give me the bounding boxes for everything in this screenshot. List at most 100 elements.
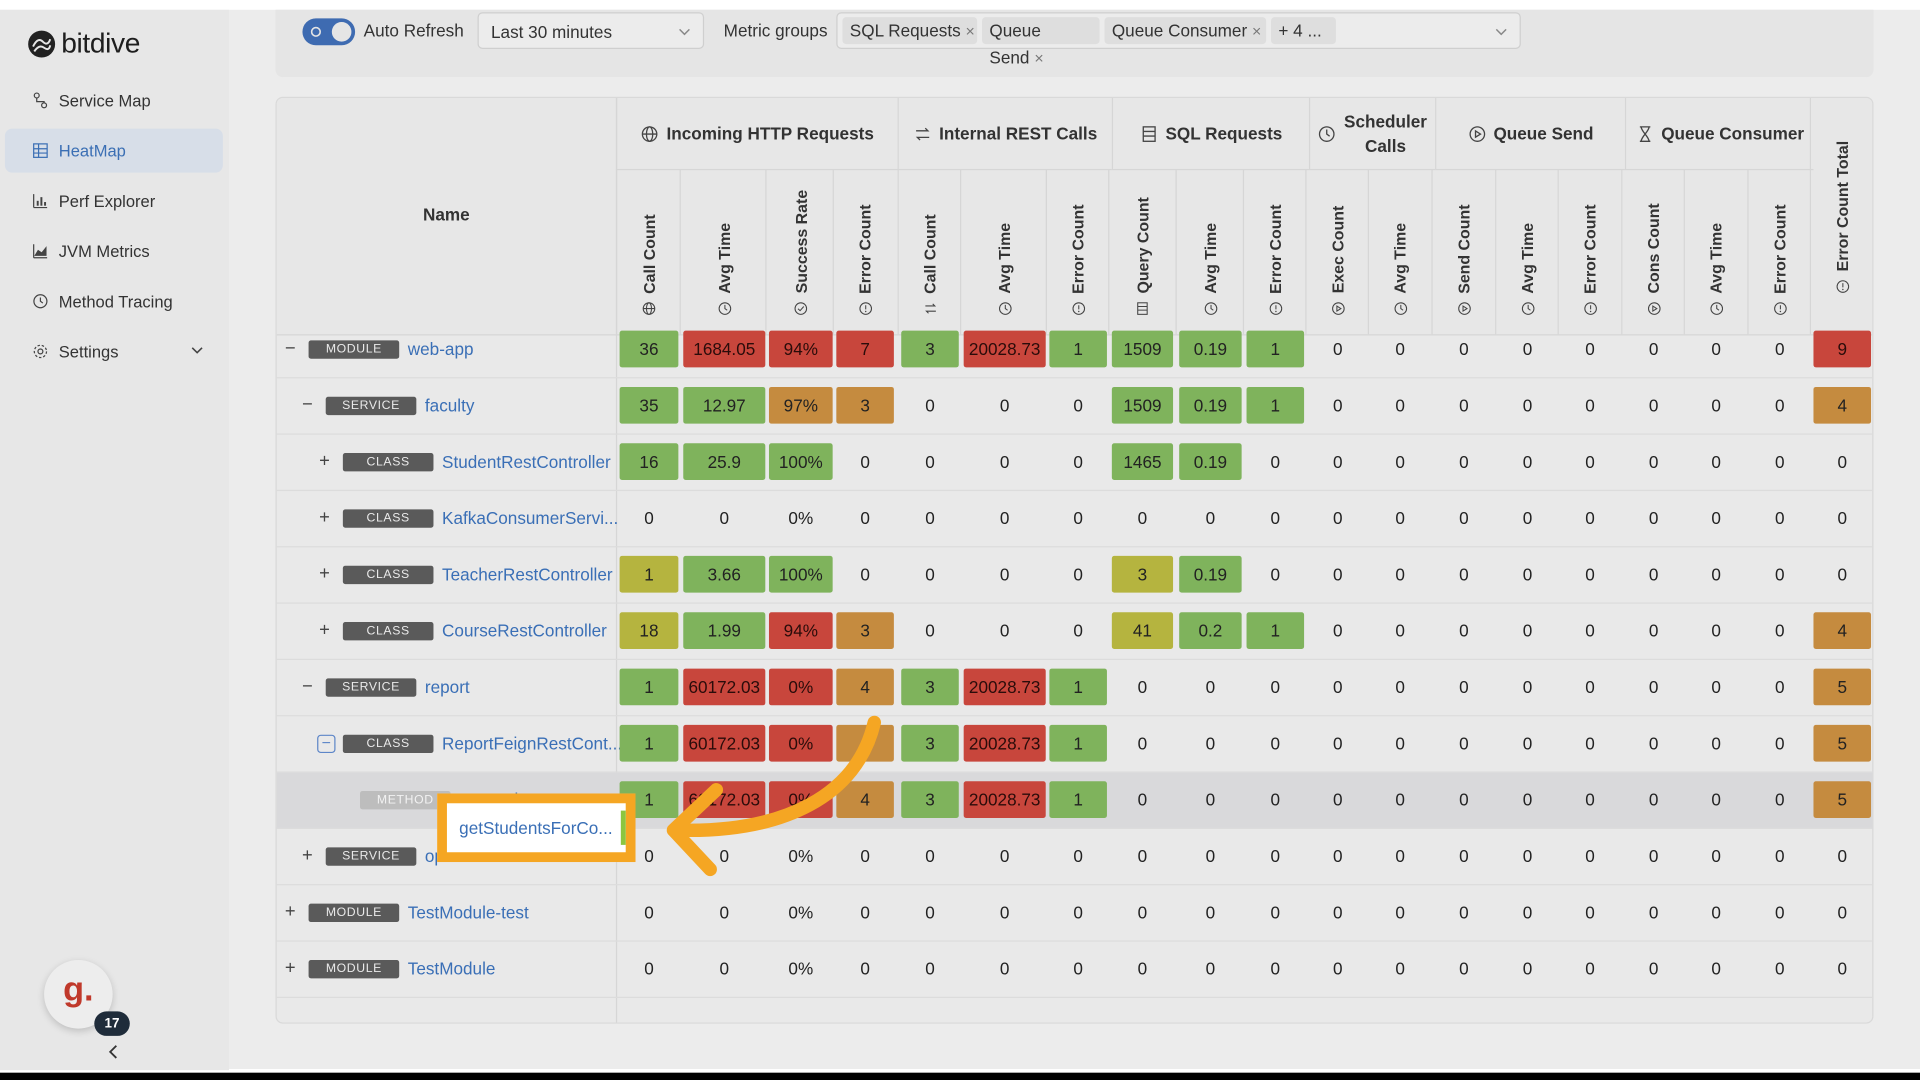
metric-cell[interactable]: 0: [901, 387, 959, 424]
metric-cell[interactable]: 1465: [1111, 443, 1174, 481]
row-name-link[interactable]: StudentRestController: [442, 452, 611, 472]
metric-cell[interactable]: 0: [964, 387, 1046, 424]
sidebar-item-method-tracing[interactable]: Method Tracing: [5, 279, 223, 323]
table-row[interactable]: + CLASS KafkaConsumerServi... 0 0 0% 0 0 0 0 0 0 0 0 0…: [276, 491, 1873, 548]
row-name-link[interactable]: report: [425, 677, 470, 697]
metric-cell[interactable]: 1: [1246, 330, 1305, 368]
metric-cell[interactable]: 4: [836, 781, 894, 818]
metric-cell[interactable]: 0: [1687, 500, 1745, 537]
metric-cell[interactable]: 1509: [1111, 330, 1174, 368]
column-header[interactable]: Error Count: [1247, 179, 1305, 316]
metric-cell[interactable]: 0: [1309, 950, 1367, 987]
metric-cell[interactable]: 0: [1751, 838, 1809, 875]
metric-cell[interactable]: 0: [1435, 669, 1493, 706]
metric-tag[interactable]: SQL Requests ×: [842, 17, 978, 45]
metric-cell[interactable]: 60172.03: [683, 781, 766, 818]
metric-cell[interactable]: 0: [1687, 725, 1745, 762]
metric-cell[interactable]: 0: [683, 894, 765, 931]
metric-cell[interactable]: 0: [1561, 781, 1619, 818]
metric-cell[interactable]: 1: [619, 724, 679, 762]
metric-cell[interactable]: 0: [1561, 612, 1619, 649]
metric-cell[interactable]: 0: [1499, 500, 1557, 537]
metric-cell[interactable]: 0: [1049, 500, 1107, 537]
metric-cell[interactable]: 0: [964, 950, 1046, 987]
metric-cell[interactable]: 0: [1813, 556, 1871, 593]
metric-cell[interactable]: 0: [836, 950, 894, 987]
metric-cell[interactable]: 3.66: [683, 555, 766, 593]
metric-cell[interactable]: 0: [964, 443, 1046, 480]
metric-cell[interactable]: 0: [1371, 669, 1429, 706]
metric-cell[interactable]: 1: [1246, 612, 1305, 649]
metric-cell[interactable]: 0: [620, 950, 679, 987]
table-row[interactable]: + MODULE TestModule 0 0 0% 0 0 0 0 0 0 0 0 0 0 0 0 0 0 0 0: [276, 942, 1873, 998]
metric-cell[interactable]: 0: [1112, 781, 1173, 818]
sidebar-item-jvm-metrics[interactable]: JVM Metrics: [5, 229, 223, 273]
metric-cell[interactable]: 0%: [768, 724, 833, 762]
metric-cell[interactable]: 12.97: [683, 386, 766, 424]
metric-cell[interactable]: 1: [619, 555, 679, 593]
metric-cell[interactable]: 0: [1499, 781, 1557, 818]
metric-cell[interactable]: 0: [1049, 443, 1107, 480]
sidebar-item-perf-explorer[interactable]: Perf Explorer: [5, 179, 223, 223]
metric-cell[interactable]: 60172.03: [683, 668, 766, 706]
metric-cell[interactable]: 0: [901, 500, 959, 537]
metric-cell[interactable]: 0: [1435, 500, 1493, 537]
column-header[interactable]: Cons Count: [1625, 179, 1683, 316]
metric-cell[interactable]: 0: [1112, 500, 1173, 537]
metric-cell[interactable]: 0: [1625, 838, 1683, 875]
collapse-icon[interactable]: −: [300, 677, 315, 695]
metric-cell[interactable]: 0: [1625, 669, 1683, 706]
metric-cell[interactable]: 0: [683, 838, 765, 875]
metric-cell[interactable]: 1: [1049, 724, 1107, 762]
row-name-link[interactable]: ReportFeignRestCont...: [442, 733, 622, 753]
metric-cell[interactable]: 0: [1247, 894, 1305, 931]
metric-cell[interactable]: 3: [901, 330, 959, 368]
metric-cell[interactable]: 0: [1435, 838, 1493, 875]
metric-cell[interactable]: 0: [1687, 781, 1745, 818]
metric-cell[interactable]: 0: [901, 838, 959, 875]
metric-cell[interactable]: 9: [1813, 330, 1872, 368]
metric-cell[interactable]: 0: [1309, 443, 1367, 480]
metric-cell[interactable]: 0: [1112, 950, 1173, 987]
metric-cell[interactable]: 0: [1813, 500, 1871, 537]
metric-cell[interactable]: 0: [1751, 556, 1809, 593]
metric-cell[interactable]: 0: [1247, 443, 1305, 480]
metric-cell[interactable]: 0: [1435, 894, 1493, 931]
metric-cell[interactable]: 3: [836, 612, 894, 649]
metric-cell[interactable]: 0: [1371, 894, 1429, 931]
auto-refresh-toggle[interactable]: [302, 18, 356, 46]
metric-cell[interactable]: 0%: [768, 781, 833, 818]
metric-cell[interactable]: 25.9: [683, 443, 766, 481]
metric-cell[interactable]: 0: [1049, 894, 1107, 931]
metric-cell[interactable]: 0: [1561, 500, 1619, 537]
expand-icon[interactable]: +: [300, 846, 315, 864]
metric-cell[interactable]: 0: [1687, 387, 1745, 424]
metric-cell[interactable]: 0: [1049, 950, 1107, 987]
metric-cell[interactable]: 0: [1687, 838, 1745, 875]
metric-cell[interactable]: 0: [1049, 612, 1107, 649]
metric-cell[interactable]: 0: [1247, 556, 1305, 593]
metric-cell[interactable]: 0: [1179, 950, 1241, 987]
metric-cell[interactable]: 4: [836, 668, 894, 706]
metric-cell[interactable]: 5: [1813, 668, 1872, 706]
metric-cell[interactable]: 0: [1309, 331, 1367, 368]
row-name-link[interactable]: TestModule: [408, 959, 496, 979]
table-row[interactable]: − SERVICE report 1 60172.03 0% 4 3 20028.73 1 0 0 0 0…: [276, 660, 1873, 717]
expand-icon[interactable]: +: [317, 621, 332, 639]
table-row[interactable]: + CLASS CourseRestController 18 1.99 94% 3 0 0 0 4…: [276, 604, 1873, 661]
column-header[interactable]: Avg Time: [964, 179, 1046, 316]
metric-cell[interactable]: 0: [1309, 500, 1367, 537]
metric-cell[interactable]: 0: [1371, 443, 1429, 480]
metric-cell[interactable]: 20028.73: [963, 330, 1046, 368]
metric-cell[interactable]: 0: [836, 443, 894, 480]
metric-cell[interactable]: 94%: [768, 330, 833, 368]
highlighted-method-callout[interactable]: getStudentsForCo...: [437, 793, 636, 863]
metric-cell[interactable]: 0: [1435, 556, 1493, 593]
table-row[interactable]: + CLASS StudentRestController 16 25.9 100% 0 0 0…: [276, 435, 1873, 492]
metric-cell[interactable]: 0: [1561, 950, 1619, 987]
expand-icon[interactable]: +: [317, 564, 332, 582]
metric-cell[interactable]: 0: [836, 838, 894, 875]
metric-cell[interactable]: 0: [1371, 781, 1429, 818]
metric-cell[interactable]: 0: [1049, 556, 1107, 593]
time-range-select[interactable]: Last 30 minutes: [477, 12, 705, 49]
